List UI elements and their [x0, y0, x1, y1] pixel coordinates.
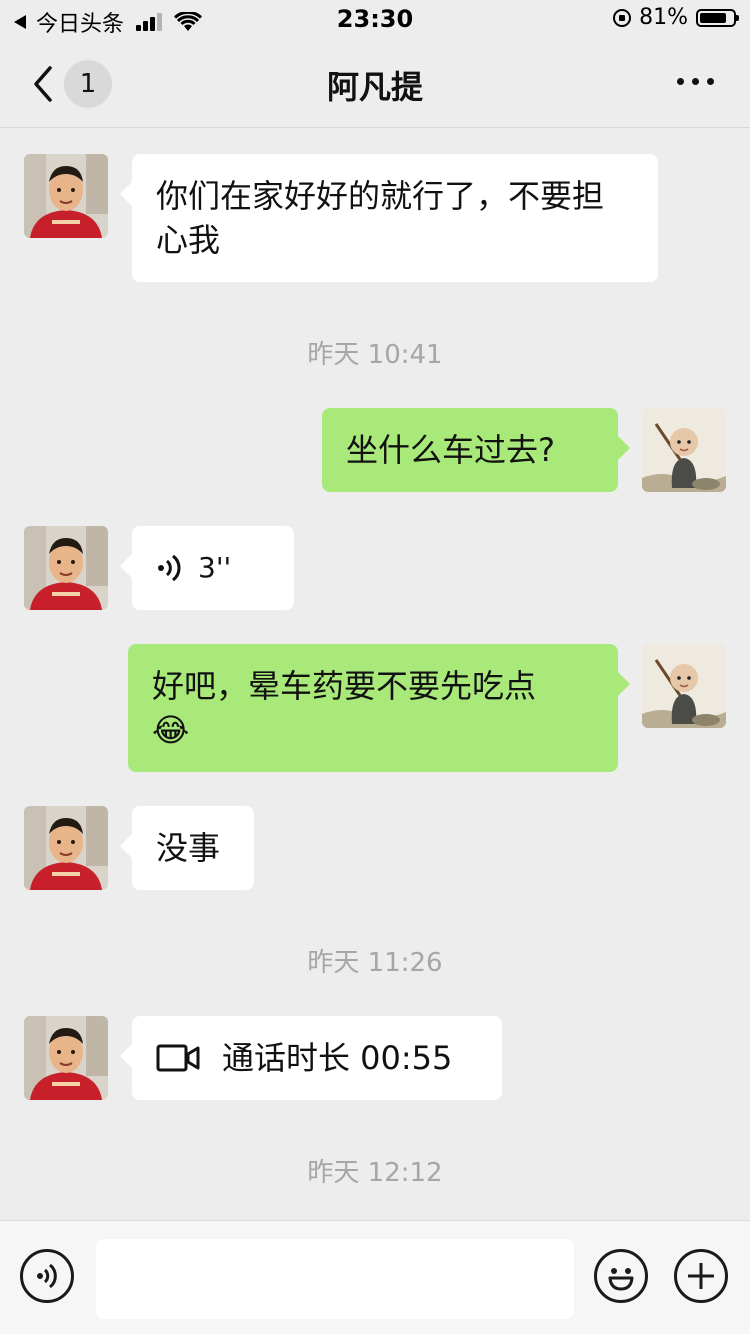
message-bubble-sent[interactable]: 好吧，晕车药要不要先吃点 😂 [128, 644, 630, 772]
voice-message-bubble[interactable]: 3'' [120, 526, 294, 610]
message-input[interactable] [96, 1239, 574, 1319]
voice-duration: 3'' [198, 551, 232, 584]
input-bar [0, 1220, 750, 1334]
my-avatar[interactable] [642, 408, 726, 492]
message-text: 没事 [156, 829, 221, 867]
voice-input-button[interactable] [20, 1249, 74, 1303]
message-bubble-received[interactable]: 没事 [120, 806, 254, 890]
contact-avatar[interactable] [24, 526, 108, 610]
chat-header: 1 阿凡提 [0, 40, 750, 128]
more-actions-button[interactable] [674, 1249, 728, 1303]
battery-percent: 81% [639, 5, 688, 30]
contact-avatar[interactable] [24, 1016, 108, 1100]
chat-title: 阿凡提 [326, 68, 423, 106]
message-text: 你们在家好好的就行了，不要担心我 [156, 177, 605, 259]
plus-icon [688, 1263, 714, 1289]
rotation-lock-icon [613, 8, 632, 27]
video-camera-icon [156, 1044, 200, 1072]
smiley-icon [608, 1268, 634, 1291]
tears-of-joy-emoji: 😂 [152, 711, 190, 749]
emoji-button[interactable] [594, 1249, 648, 1303]
call-duration-text: 通话时长 00:55 [222, 1039, 453, 1077]
contact-avatar-image [24, 1016, 108, 1100]
message-bubble-sent[interactable]: 坐什么车过去? [322, 408, 630, 492]
voice-input-icon [37, 1263, 57, 1289]
my-avatar-image [642, 408, 726, 492]
more-options-icon[interactable] [669, 78, 714, 85]
message-timestamp: 昨天 10:41 [307, 340, 443, 370]
message-timestamp: 昨天 11:26 [307, 948, 443, 978]
battery-fill [700, 12, 726, 23]
contact-avatar[interactable] [24, 154, 108, 238]
battery-icon [696, 8, 739, 27]
my-avatar-image [642, 644, 726, 728]
contact-avatar[interactable] [24, 806, 108, 890]
contact-avatar-image [24, 806, 108, 890]
status-bar: 今日头条 23:30 81% [0, 0, 750, 40]
contact-avatar-image [24, 526, 108, 610]
my-avatar[interactable] [642, 644, 726, 728]
message-text: 坐什么车过去? [346, 431, 555, 469]
video-call-bubble[interactable]: 通话时长 00:55 [120, 1016, 502, 1100]
message-bubble-received[interactable]: 你们在家好好的就行了，不要担心我 [120, 154, 658, 282]
message-timestamp: 昨天 12:12 [307, 1158, 443, 1188]
message-text: 好吧，晕车药要不要先吃点 [152, 667, 537, 705]
status-right: 81% [613, 5, 739, 30]
voice-wave-icon [158, 554, 181, 582]
contact-avatar-image [24, 154, 108, 238]
